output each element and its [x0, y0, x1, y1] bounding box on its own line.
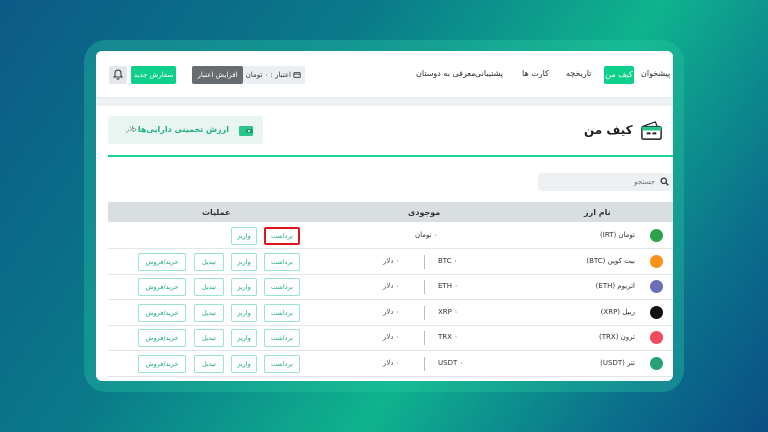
convert-button[interactable]: تبدیل [194, 354, 224, 373]
balance-usd: ۰ دلار [383, 333, 400, 341]
estimated-value-box: ارزش تخمینی دارایی‌ها : ۰ دلار [108, 116, 263, 144]
notifications-button[interactable] [109, 66, 127, 84]
deposit-button[interactable]: واریز [231, 303, 257, 322]
withdraw-button[interactable]: برداشت [264, 252, 300, 271]
balance-divider [424, 305, 425, 320]
table-row: تتر (USDT) USDT ۰ ۰ دلار برداشت واریز تبدیل خر… [108, 351, 673, 377]
convert-button[interactable]: تبدیل [194, 329, 224, 347]
balance-crypto: ETH ۰ [438, 282, 458, 290]
header-separator [96, 98, 673, 106]
wallet-small-icon [293, 72, 301, 78]
withdraw-button[interactable]: برداشت [264, 278, 300, 296]
table-row: تومان (IRT) ۰ تومان برداشت واریز [108, 223, 673, 249]
wallet-icon [641, 121, 662, 140]
increase-credit-button[interactable]: افزایش اعتبار [192, 66, 243, 84]
balance-crypto: TRX ۰ [438, 333, 458, 341]
nav-history[interactable]: تاریخچه [566, 69, 591, 78]
convert-button[interactable]: تبدیل [194, 303, 224, 322]
table-row: اتریوم (ETH) ETH ۰ ۰ دلار برداشت واریز تبدیل خ… [108, 274, 673, 300]
deposit-button[interactable]: واریز [231, 278, 257, 296]
asset-name: تتر (USDT) [600, 358, 635, 367]
buy-sell-button[interactable]: خرید/فروش [138, 303, 186, 322]
withdraw-button[interactable]: برداشت [264, 354, 300, 373]
bell-icon [113, 69, 123, 80]
balance-divider [424, 331, 425, 345]
top-navigation: پیشخوان کیف من تاریخچه کارت ها پشتیبانی … [96, 51, 673, 98]
nav-support[interactable]: پشتیبانی [475, 69, 503, 78]
nav-dashboard[interactable]: پیشخوان [641, 69, 670, 78]
credit-text: اعتبار : ۰ تومان [245, 71, 291, 79]
tron-icon [650, 331, 663, 344]
asset-name: ترون (TRX) [599, 333, 635, 341]
ripple-icon [650, 305, 663, 319]
asset-name: ریپل (XRP) [600, 307, 635, 316]
iran-flag-icon [650, 229, 663, 242]
tether-icon [650, 356, 663, 370]
deposit-button[interactable]: واریز [231, 329, 257, 347]
nav-refer-friends[interactable]: معرفی به دوستان [416, 69, 476, 78]
buy-sell-button[interactable]: خرید/فروش [138, 329, 186, 347]
buy-sell-button[interactable]: خرید/فروش [138, 354, 186, 373]
money-hand-icon [239, 126, 253, 136]
asset-name: اتریوم (ETH) [595, 282, 635, 290]
balance-usd: ۰ دلار [383, 282, 400, 290]
page-title: کیف من [584, 123, 633, 137]
balance-usd: ۰ دلار [383, 307, 400, 316]
buy-sell-button[interactable]: خرید/فروش [138, 252, 186, 271]
estimated-value-amount: ۰ دلار [126, 125, 143, 133]
estimated-value-label: ارزش تخمینی دارایی‌ها : [131, 125, 229, 134]
buy-sell-button[interactable]: خرید/فروش [138, 278, 186, 296]
search-icon [660, 177, 669, 186]
deposit-button[interactable]: واریز [231, 227, 257, 245]
balance-crypto: XRP ۰ [438, 307, 458, 316]
withdraw-button[interactable]: برداشت [264, 303, 300, 322]
deposit-button[interactable]: واریز [231, 252, 257, 271]
search-input[interactable] [555, 176, 655, 188]
header-operations: عملیات [202, 208, 231, 217]
balance-divider [424, 280, 425, 294]
asset-name: تومان (IRT) [600, 231, 635, 239]
header-currency: نام ارز [584, 208, 611, 217]
withdraw-button[interactable]: برداشت [264, 329, 300, 347]
cart-icon [150, 89, 158, 96]
credit-display: اعتبار : ۰ تومان [243, 66, 305, 84]
new-order-label: سفارش جدید [133, 71, 174, 79]
title-underline [108, 155, 673, 157]
app-window: پیشخوان کیف من تاریخچه کارت ها پشتیبانی … [96, 51, 673, 381]
nav-my-wallet[interactable]: کیف من [604, 66, 634, 84]
search-box [538, 173, 673, 191]
balance-crypto: USDT ۰ [438, 358, 464, 367]
new-order-button[interactable]: سفارش جدید [131, 66, 176, 96]
convert-button[interactable]: تبدیل [194, 252, 224, 271]
ethereum-icon [650, 280, 663, 293]
table-row: ریپل (XRP) XRP ۰ ۰ دلار برداشت واریز تبدیل خری… [108, 300, 673, 326]
balance-divider [424, 356, 425, 371]
header-balance: موجودی [408, 208, 441, 217]
balance-crypto: BTC ۰ [438, 256, 458, 265]
balance-toman: ۰ تومان [415, 231, 438, 239]
balance-usd: ۰ دلار [383, 358, 400, 367]
balance-divider [424, 254, 425, 269]
table-row: ترون (TRX) TRX ۰ ۰ دلار برداشت واریز تبدیل خری… [108, 325, 673, 351]
convert-button[interactable]: تبدیل [194, 278, 224, 296]
table-header: نام ارز موجودی عملیات [108, 202, 673, 222]
deposit-button[interactable]: واریز [231, 354, 257, 373]
bitcoin-icon [650, 254, 663, 268]
withdraw-button[interactable]: برداشت [264, 227, 300, 245]
table-row: بیت کوین (BTC) BTC ۰ ۰ دلار برداشت واریز تبدی… [108, 249, 673, 275]
balance-usd: ۰ دلار [383, 256, 400, 265]
nav-cards[interactable]: کارت ها [522, 69, 549, 78]
asset-name: بیت کوین (BTC) [586, 256, 635, 265]
